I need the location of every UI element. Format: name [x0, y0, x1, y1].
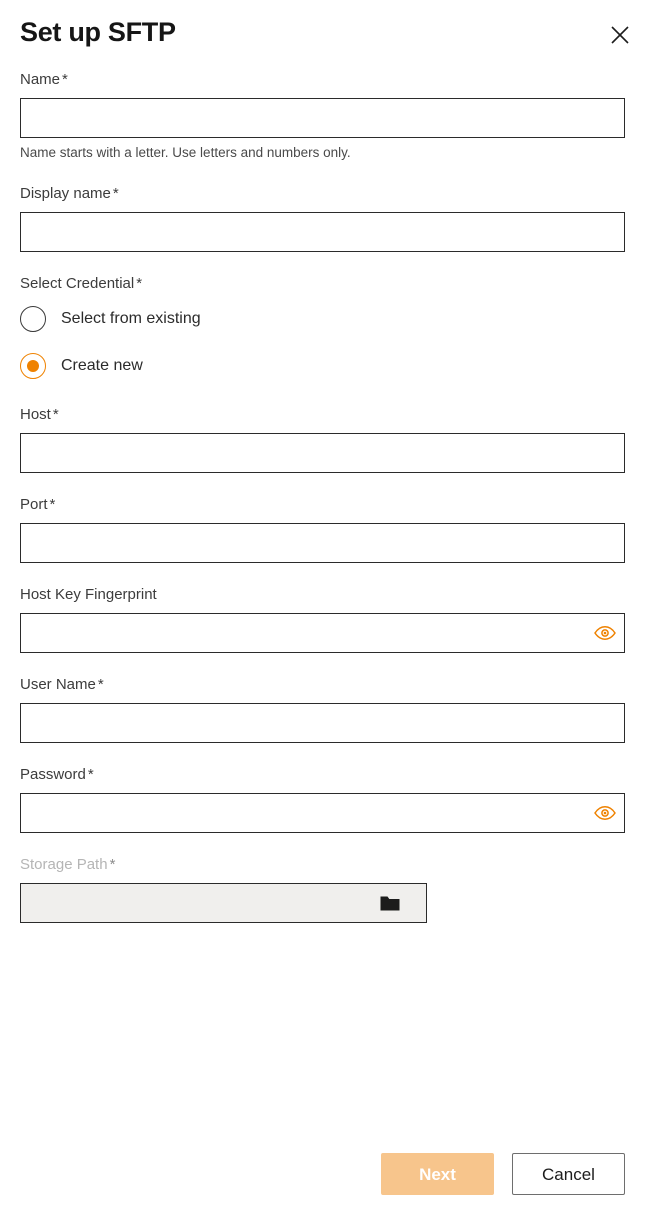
select-credential-label: Select Credential * — [20, 274, 637, 294]
storage-path-label-text: Storage Path — [20, 856, 108, 873]
password-input-wrap — [20, 793, 625, 833]
field-group-display-name: Display name * — [20, 184, 637, 252]
host-key-fingerprint-input[interactable] — [20, 613, 625, 653]
eye-icon — [594, 806, 616, 820]
display-name-input[interactable] — [20, 212, 625, 252]
password-input[interactable] — [20, 793, 625, 833]
radio-create-new-label: Create new — [61, 357, 143, 374]
storage-path-label: Storage Path * — [20, 855, 637, 875]
cancel-button[interactable]: Cancel — [512, 1153, 625, 1195]
field-group-storage-path: Storage Path * — [20, 855, 637, 923]
host-label: Host * — [20, 405, 637, 425]
display-name-label-text: Display name — [20, 185, 111, 202]
field-group-host-key-fingerprint: Host Key Fingerprint — [20, 585, 637, 653]
credential-radio-group: Select from existing Create new — [20, 302, 637, 383]
close-button[interactable] — [605, 20, 635, 50]
name-input-wrap — [20, 98, 625, 138]
display-name-required-mark: * — [112, 185, 119, 202]
field-group-host: Host * — [20, 405, 637, 473]
dialog-header: Set up SFTP — [0, 0, 657, 70]
host-input-wrap — [20, 433, 625, 473]
storage-path-input-wrap — [20, 883, 427, 923]
radio-select-from-existing-label: Select from existing — [61, 310, 201, 327]
select-credential-label-text: Select Credential — [20, 275, 135, 292]
password-label-text: Password — [20, 766, 86, 783]
user-name-input[interactable] — [20, 703, 625, 743]
radio-dot — [27, 360, 39, 372]
folder-icon — [380, 895, 400, 912]
host-input[interactable] — [20, 433, 625, 473]
radio-create-new[interactable]: Create new — [20, 349, 637, 383]
storage-path-browse-button[interactable] — [379, 893, 401, 913]
storage-path-required-mark: * — [109, 856, 116, 873]
host-key-fingerprint-label: Host Key Fingerprint — [20, 585, 637, 605]
name-input[interactable] — [20, 98, 625, 138]
password-reveal-button[interactable] — [593, 802, 617, 824]
field-group-password: Password * — [20, 765, 637, 833]
name-helper-text: Name starts with a letter. Use letters a… — [20, 145, 351, 160]
field-group-user-name: User Name * — [20, 675, 637, 743]
field-group-name: Name * Name starts with a letter. Use let… — [20, 70, 637, 162]
name-label: Name * — [20, 70, 637, 90]
field-group-select-credential: Select Credential * Select from existing … — [20, 274, 637, 383]
port-label-text: Port — [20, 496, 48, 513]
setup-sftp-dialog: Set up SFTP Name * Name starts with a let… — [0, 0, 657, 1205]
host-key-fingerprint-label-text: Host Key Fingerprint — [20, 586, 157, 603]
user-name-label-text: User Name — [20, 676, 96, 693]
page-title: Set up SFTP — [20, 17, 176, 47]
radio-select-from-existing[interactable]: Select from existing — [20, 302, 637, 336]
radio-unchecked-icon — [20, 306, 46, 332]
host-label-text: Host — [20, 406, 51, 423]
port-required-mark: * — [49, 496, 56, 513]
field-group-port: Port * — [20, 495, 637, 563]
host-key-fingerprint-reveal-button[interactable] — [593, 622, 617, 644]
port-input[interactable] — [20, 523, 625, 563]
user-name-label: User Name * — [20, 675, 637, 695]
password-label: Password * — [20, 765, 637, 785]
eye-icon — [594, 626, 616, 640]
host-key-fingerprint-input-wrap — [20, 613, 625, 653]
name-label-text: Name — [20, 71, 61, 88]
next-button[interactable]: Next — [381, 1153, 494, 1195]
display-name-label: Display name * — [20, 184, 637, 204]
storage-path-input[interactable] — [20, 883, 427, 923]
port-input-wrap — [20, 523, 625, 563]
password-required-mark: * — [87, 766, 94, 783]
radio-checked-icon — [20, 353, 46, 379]
form-body: Name * Name starts with a letter. Use let… — [0, 70, 657, 923]
host-required-mark: * — [52, 406, 59, 423]
select-credential-required-mark: * — [136, 275, 143, 292]
display-name-input-wrap — [20, 212, 625, 252]
user-name-required-mark: * — [97, 676, 104, 693]
name-required-mark: * — [62, 71, 68, 88]
port-label: Port * — [20, 495, 637, 515]
user-name-input-wrap — [20, 703, 625, 743]
dialog-footer: Next Cancel — [0, 1153, 657, 1195]
close-icon — [609, 24, 631, 46]
